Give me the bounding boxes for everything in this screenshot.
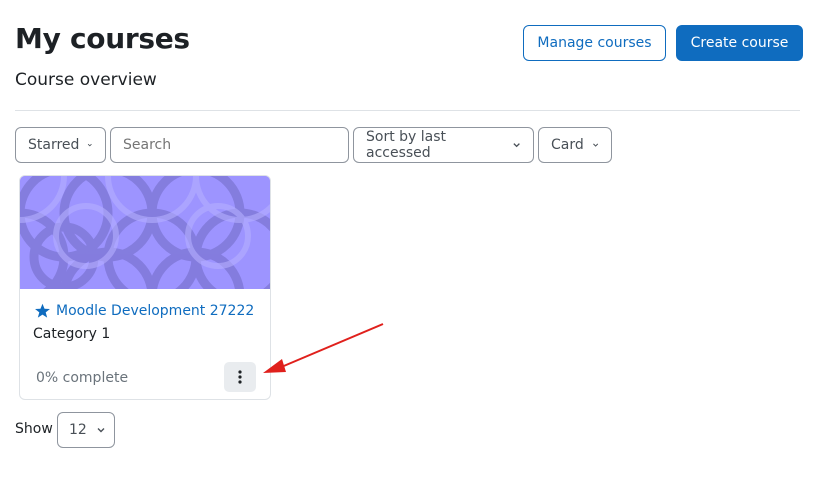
chevron-down-icon xyxy=(88,143,93,147)
sort-dropdown-label: Sort by last accessed xyxy=(366,129,447,161)
grouping-dropdown-label: Starred xyxy=(28,137,80,153)
kebab-menu-icon xyxy=(238,370,242,384)
create-course-button[interactable]: Create course xyxy=(676,25,803,61)
show-label: Show xyxy=(15,421,53,437)
star-icon[interactable] xyxy=(34,303,51,319)
course-category: Category 1 xyxy=(33,326,111,342)
per-page-value: 12 xyxy=(69,422,87,438)
course-name-link[interactable]: Moodle Development 27222 xyxy=(56,303,254,319)
grouping-dropdown[interactable]: Starred xyxy=(15,127,106,163)
view-dropdown[interactable]: Card xyxy=(538,127,612,163)
course-actions-menu-button[interactable] xyxy=(224,362,256,392)
section-divider xyxy=(15,110,800,111)
chevron-down-icon xyxy=(97,428,105,433)
course-progress: 0% complete xyxy=(36,370,129,386)
chevron-down-icon xyxy=(513,143,520,148)
sort-dropdown[interactable]: Sort by last accessed xyxy=(353,127,534,163)
per-page-dropdown[interactable]: 12 xyxy=(57,412,115,448)
course-image[interactable] xyxy=(20,176,270,289)
manage-courses-button[interactable]: Manage courses xyxy=(523,25,666,61)
course-overview-heading: Course overview xyxy=(15,70,157,90)
view-dropdown-label: Card xyxy=(551,137,584,153)
course-name-row: Moodle Development 27222 xyxy=(34,303,254,319)
chevron-down-icon xyxy=(592,143,598,147)
course-card[interactable]: Moodle Development 27222 Category 1 0% c… xyxy=(19,175,271,400)
annotation-arrow xyxy=(263,323,384,373)
course-image-pattern xyxy=(20,176,270,289)
page-title: My courses xyxy=(15,22,190,55)
search-input[interactable] xyxy=(110,127,349,163)
